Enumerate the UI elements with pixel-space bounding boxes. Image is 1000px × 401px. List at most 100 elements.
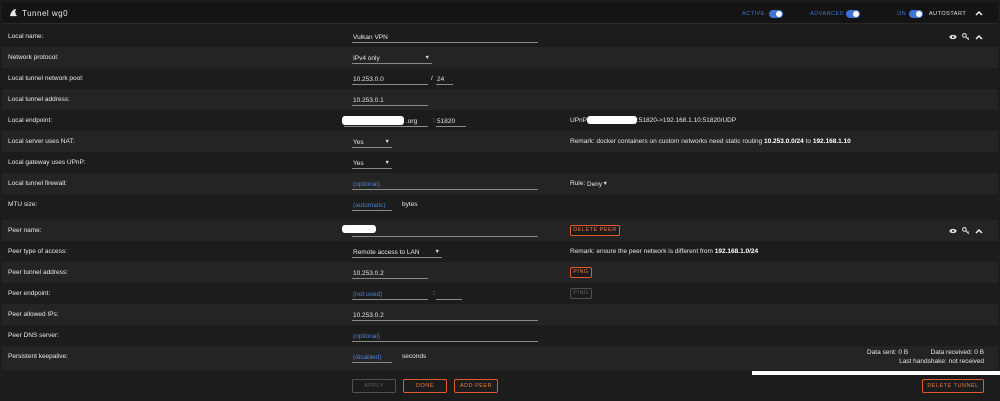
on-label: ON — [897, 11, 907, 17]
autostart-label: AUTOSTART — [929, 11, 967, 17]
row-peer-access: Peer type of access: Remote access to LA… — [2, 241, 998, 262]
access-remark: Remark: ensure the peer network is diffe… — [570, 248, 758, 255]
peer-dns-label: Peer DNS server: — [8, 332, 59, 339]
peer-allowed-ips-label: Peer allowed IPs: — [8, 311, 59, 318]
local-name-input[interactable]: Vulkan VPN — [352, 29, 538, 43]
local-endpoint-suffix: .org — [406, 118, 418, 125]
access-remark-prefix: Remark: ensure the peer network is diffe… — [570, 248, 713, 255]
row-peer-tunnel-address: Peer tunnel address: 10.253.0.2 PING — [2, 262, 998, 283]
caret-down-icon: ▼ — [434, 249, 440, 255]
mtu-placeholder: (automatic) — [353, 202, 386, 209]
peer-name-input[interactable] — [352, 223, 538, 237]
rule-value: Deny — [587, 181, 603, 188]
server-nat-select[interactable]: Yes ▼ — [352, 134, 392, 148]
local-endpoint-port-value: 51820 — [437, 118, 456, 125]
row-gateway-upnp: Local gateway uses UPnP: Yes ▼ — [2, 152, 998, 173]
local-name-value: Vulkan VPN — [353, 34, 388, 41]
upnp-prefix: UPnP — [570, 117, 587, 124]
local-endpoint-port-input[interactable]: 51820 — [436, 113, 466, 127]
peer-allowed-ips-input[interactable]: 10.253.0.2 — [352, 307, 538, 321]
tunnel-address-label: Local tunnel address: — [8, 96, 70, 103]
local-name-label: Local name: — [8, 33, 44, 40]
caret-down-icon: ▼ — [384, 160, 390, 166]
row-local-name: Local name: Vulkan VPN — [2, 26, 998, 47]
active-label: ACTIVE — [742, 11, 765, 17]
peer-endpoint-input[interactable]: (not used) — [352, 286, 428, 300]
keepalive-unit: seconds — [402, 353, 427, 360]
active-toggle[interactable] — [769, 10, 783, 18]
row-local-endpoint: Local endpoint: .org : 51820 UPnP :51820… — [2, 110, 998, 131]
row-network-pool: Local tunnel network pool: 10.253.0.0 / … — [2, 68, 998, 89]
network-protocol-select[interactable]: IPv4 only ▼ — [352, 50, 432, 64]
rule-select[interactable]: Deny ▼ — [586, 176, 610, 190]
pool-mask-input[interactable]: 24 — [436, 71, 453, 85]
chevron-up-icon[interactable] — [975, 10, 983, 16]
nat-remark-net: 10.253.0.0/24 — [764, 138, 804, 145]
network-protocol-label: Network protocol: — [8, 54, 59, 61]
data-sent: Data sent: 0 B — [867, 349, 909, 356]
nat-remark-host: 192.168.1.10 — [812, 138, 851, 145]
network-pool-value: 10.253.0.0 — [353, 76, 384, 83]
local-endpoint-label: Local endpoint: — [8, 117, 53, 124]
advanced-toggle[interactable] — [846, 10, 860, 18]
peer-dns-input[interactable]: (optional) — [352, 328, 538, 342]
tunnel-panel: Tunnel wg0 ACTIVE ADVANCED ON AUTOSTART … — [2, 2, 1000, 399]
delete-tunnel-button[interactable]: DELETE TUNNEL — [922, 379, 984, 393]
gateway-upnp-label: Local gateway uses UPnP: — [8, 159, 86, 166]
peer-tunnel-address-value: 10.253.0.2 — [353, 270, 384, 277]
row-peer-endpoint: Peer endpoint: (not used) : PING — [2, 283, 998, 304]
footer-actions: APPLY DONE ADD PEER DELETE TUNNEL — [2, 374, 998, 399]
key-icon[interactable] — [962, 227, 970, 235]
peer-access-value: Remote access to LAN — [353, 249, 420, 256]
row-peer-allowed-ips: Peer allowed IPs: 10.253.0.2 — [2, 304, 998, 325]
data-received: Data received: 0 B — [930, 349, 984, 356]
autostart-toggle[interactable] — [909, 10, 923, 18]
peer-allowed-ips-value: 10.253.0.2 — [353, 312, 384, 319]
eye-icon[interactable] — [949, 34, 957, 40]
chevron-up-icon[interactable] — [975, 228, 983, 234]
tunnel-address-value: 10.253.0.1 — [353, 97, 384, 104]
peer-tunnel-address-label: Peer tunnel address: — [8, 269, 68, 276]
ping-disabled-button[interactable]: PING — [570, 288, 592, 299]
peer-name-label: Peer name: — [8, 227, 42, 234]
nat-remark: Remark: docker containers on custom netw… — [570, 138, 851, 145]
endpoint-port-separator: : — [433, 117, 435, 124]
advanced-label: ADVANCED — [810, 11, 845, 17]
server-nat-value: Yes — [353, 139, 364, 146]
tunnel-firewall-input[interactable]: (optional) — [352, 176, 538, 190]
pool-mask-separator: / — [431, 75, 433, 82]
peer-tunnel-address-input[interactable]: 10.253.0.2 — [352, 265, 428, 279]
keepalive-input[interactable]: (disabled) — [352, 349, 392, 363]
tunnel-firewall-placeholder: (optional) — [353, 181, 381, 188]
keepalive-label: Persistent keepalive: — [8, 353, 68, 360]
chevron-up-icon[interactable] — [975, 34, 983, 40]
row-peer-dns: Peer DNS server: (optional) — [2, 325, 998, 346]
apply-button[interactable]: APPLY — [352, 379, 396, 393]
network-pool-input[interactable]: 10.253.0.0 — [352, 71, 428, 85]
redaction-mark — [752, 371, 1000, 375]
peer-access-label: Peer type of access: — [8, 248, 67, 255]
row-mtu: MTU size: (automatic) bytes — [2, 194, 998, 215]
gateway-upnp-value: Yes — [353, 160, 364, 167]
delete-peer-button[interactable]: DELETE PEER — [570, 225, 620, 236]
peer-endpoint-port-input[interactable] — [436, 286, 462, 300]
caret-down-icon: ▼ — [384, 139, 390, 145]
eye-icon[interactable] — [949, 228, 957, 234]
tunnel-header: Tunnel wg0 ACTIVE ADVANCED ON AUTOSTART — [2, 2, 998, 24]
peer-access-select[interactable]: Remote access to LAN ▼ — [352, 244, 442, 258]
caret-down-icon: ▼ — [424, 55, 430, 61]
key-icon[interactable] — [962, 33, 970, 41]
done-button[interactable]: DONE — [403, 379, 447, 393]
pool-mask-value: 24 — [437, 76, 445, 83]
nat-remark-prefix: Remark: docker containers on custom netw… — [570, 138, 763, 145]
mtu-input[interactable]: (automatic) — [352, 197, 392, 211]
keepalive-placeholder: (disabled) — [353, 354, 382, 361]
gateway-upnp-select[interactable]: Yes ▼ — [352, 155, 392, 169]
access-remark-net: 192.168.1.0/24 — [714, 248, 759, 255]
rule-label: Rule: — [570, 180, 586, 187]
peer-endpoint-placeholder: (not used) — [353, 291, 383, 298]
ping-button[interactable]: PING — [570, 267, 592, 278]
row-server-nat: Local server uses NAT: Yes ▼ Remark: doc… — [2, 131, 998, 152]
tunnel-address-input[interactable]: 10.253.0.1 — [352, 92, 428, 106]
add-peer-button[interactable]: ADD PEER — [454, 379, 498, 393]
